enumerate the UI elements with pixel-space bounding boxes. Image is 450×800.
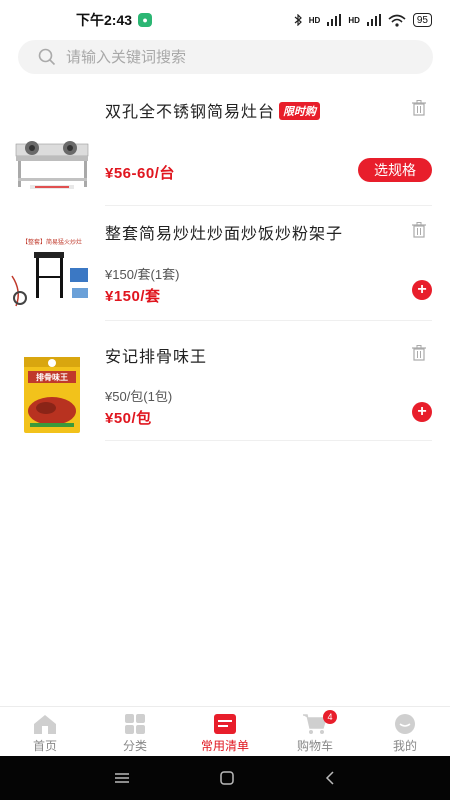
thumb-caption: 排骨味王 [36,372,68,382]
system-nav-bar [0,756,450,800]
category-icon [125,714,145,734]
tab-label: 首页 [32,739,57,753]
tab-label: 我的 [392,739,417,753]
cart-count-badge: 4 [323,710,337,724]
tab-profile[interactable]: 我的 [360,707,450,756]
status-bar: 下午2:43 ● HD HD 95 [0,0,450,40]
bluetooth-icon [294,14,302,26]
trash-icon[interactable] [412,222,426,238]
battery-icon: 95 [412,13,432,27]
item-price: ¥56-60/台 [105,165,175,182]
signal-2-label: HD [348,15,360,25]
select-spec-button[interactable]: 选规格 [358,158,432,182]
limited-time-badge: 限时购 [279,102,321,120]
item-unit-price: ¥50/包(1包) [105,389,173,404]
tab-frequent-list[interactable]: 常用清单 [180,707,270,756]
list-item[interactable]: 排骨味王 安记排骨味王 ¥50/包(1包) ¥50/包 + [0,343,450,463]
trash-icon[interactable] [412,345,426,361]
item-title[interactable]: 安记排骨味王 [105,343,207,367]
item-price: ¥50/包 [105,410,152,427]
wifi-icon [388,14,406,27]
tab-category[interactable]: 分类 [90,707,180,756]
list-item[interactable]: 双孔全不锈钢简易灶台 限时购 ¥56-60/台 选规格 [0,98,450,218]
divider [105,320,432,321]
product-image-stove [10,120,95,205]
tab-label: 常用清单 [200,739,249,753]
app-notification-icon: ● [138,13,153,27]
back-nav-icon[interactable] [325,771,335,785]
profile-icon [395,714,415,734]
item-title-text: 双孔全不锈钢简易灶台 [105,104,276,121]
status-indicators: HD HD 95 [294,13,432,27]
product-image-wok-stand: 【整套】简易猛火炒灶 [10,236,95,321]
search-bar[interactable] [18,40,433,74]
tab-label: 购物车 [296,739,333,753]
tab-cart[interactable]: 4 购物车 [270,707,360,756]
menu-nav-icon[interactable] [115,772,130,784]
item-title[interactable]: 双孔全不锈钢简易灶台 限时购 [105,98,321,122]
list-item[interactable]: 【整套】简易猛火炒灶 整套简易炒灶炒面炒饭炒粉架子 ¥150/套(1套) ¥15… [0,220,450,340]
search-input[interactable] [66,48,386,66]
divider [105,205,432,206]
item-price: ¥150/套 [105,288,161,305]
signal-icon-2 [366,14,381,26]
item-unit-price: ¥150/套(1套) [105,267,180,282]
bottom-tab-bar: 首页 分类 常用清单 4 购物车 我的 [0,706,450,756]
home-nav-icon[interactable] [220,771,234,785]
item-title[interactable]: 整套简易炒灶炒面炒饭炒粉架子 [105,220,343,244]
status-time: 下午2:43 [76,12,133,28]
add-to-cart-button[interactable]: + [412,280,432,300]
divider [105,440,432,441]
home-icon [34,715,56,734]
list-icon [214,714,236,734]
signal-1-label: HD [308,15,321,25]
search-icon [38,48,56,66]
product-image-seasoning: 排骨味王 [10,353,95,438]
thumb-caption: 【整套】简易猛火炒灶 [22,238,82,246]
add-to-cart-button[interactable]: + [412,402,432,422]
tab-label: 分类 [122,739,147,753]
tab-home[interactable]: 首页 [0,707,90,756]
trash-icon[interactable] [412,100,426,116]
signal-icon [327,14,342,26]
